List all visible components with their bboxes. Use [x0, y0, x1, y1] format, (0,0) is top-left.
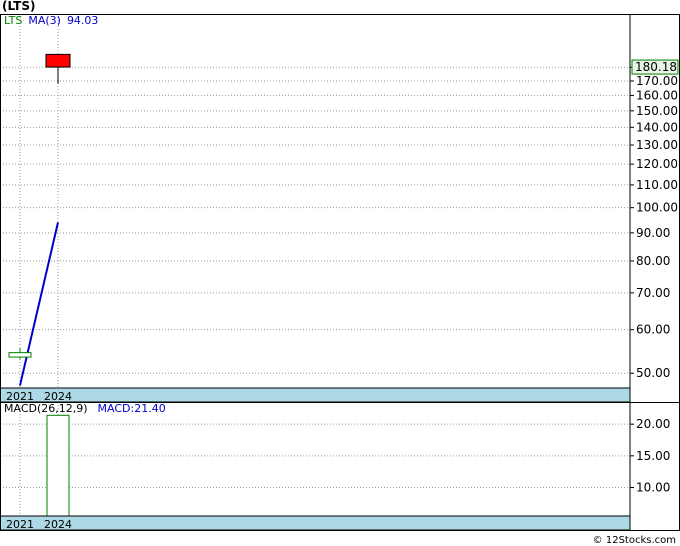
legend-ma-label: MA(3): [28, 14, 61, 27]
macd-tick-label: 15.00: [636, 449, 670, 463]
price-tick-label: 170.00: [636, 74, 678, 88]
candle-body: [8, 352, 32, 358]
price-tick-label: 90.00: [636, 226, 670, 240]
price-tick-label: 70.00: [636, 286, 670, 300]
legend-ma-value: 94.03: [67, 14, 99, 27]
price-panel: 50.00 60.00 70.00 80.00 90.00 100.00 110.00 120…: [0, 14, 679, 388]
price-tick-label: 110.00: [636, 178, 678, 192]
price-tick-label: 130.00: [636, 138, 678, 152]
macd-tick-label: 20.00: [636, 417, 670, 431]
stock-chart: (LTS) 50.00 60.00 70.00 80.00 90.00 100.00 110.…: [0, 0, 680, 546]
date-band-macd: [0, 515, 631, 531]
copyright-text: © 12Stocks.com: [593, 535, 676, 546]
price-tick-label: 50.00: [636, 366, 670, 380]
price-tick-label: 120.00: [636, 157, 678, 171]
macd-bar: [46, 414, 70, 517]
macd-x-tick: 2021: [6, 518, 34, 531]
price-tick-label: 150.00: [636, 104, 678, 118]
macd-legend: MACD(26,12,9) MACD:21.40: [4, 402, 166, 415]
last-price-label: 180.18: [635, 60, 677, 74]
price-tick-label: 60.00: [636, 323, 670, 337]
legend-symbol: LTS: [4, 14, 22, 27]
price-frame: [0, 14, 680, 403]
price-tick-label: 140.00: [636, 120, 678, 134]
price-legend: LTS MA(3) 94.03: [4, 14, 98, 27]
macd-legend-value: MACD:21.40: [98, 402, 166, 415]
macd-legend-label: MACD(26,12,9): [4, 402, 88, 415]
date-band-price: [0, 387, 631, 403]
candle-body: [45, 53, 71, 68]
price-tick-label: 160.00: [636, 88, 678, 102]
macd-x-tick: 2024: [44, 518, 72, 531]
macd-tick-label: 10.00: [636, 481, 670, 495]
price-tick-label: 80.00: [636, 254, 670, 268]
macd-panel: 10.00 15.00 20.00 MACD(26,12,9) MACD:21.40: [0, 402, 670, 517]
ma-line: [19, 222, 59, 386]
macd-frame: [0, 402, 680, 531]
chart-title: (LTS): [2, 0, 35, 13]
price-tick-label: 100.00: [636, 201, 678, 215]
